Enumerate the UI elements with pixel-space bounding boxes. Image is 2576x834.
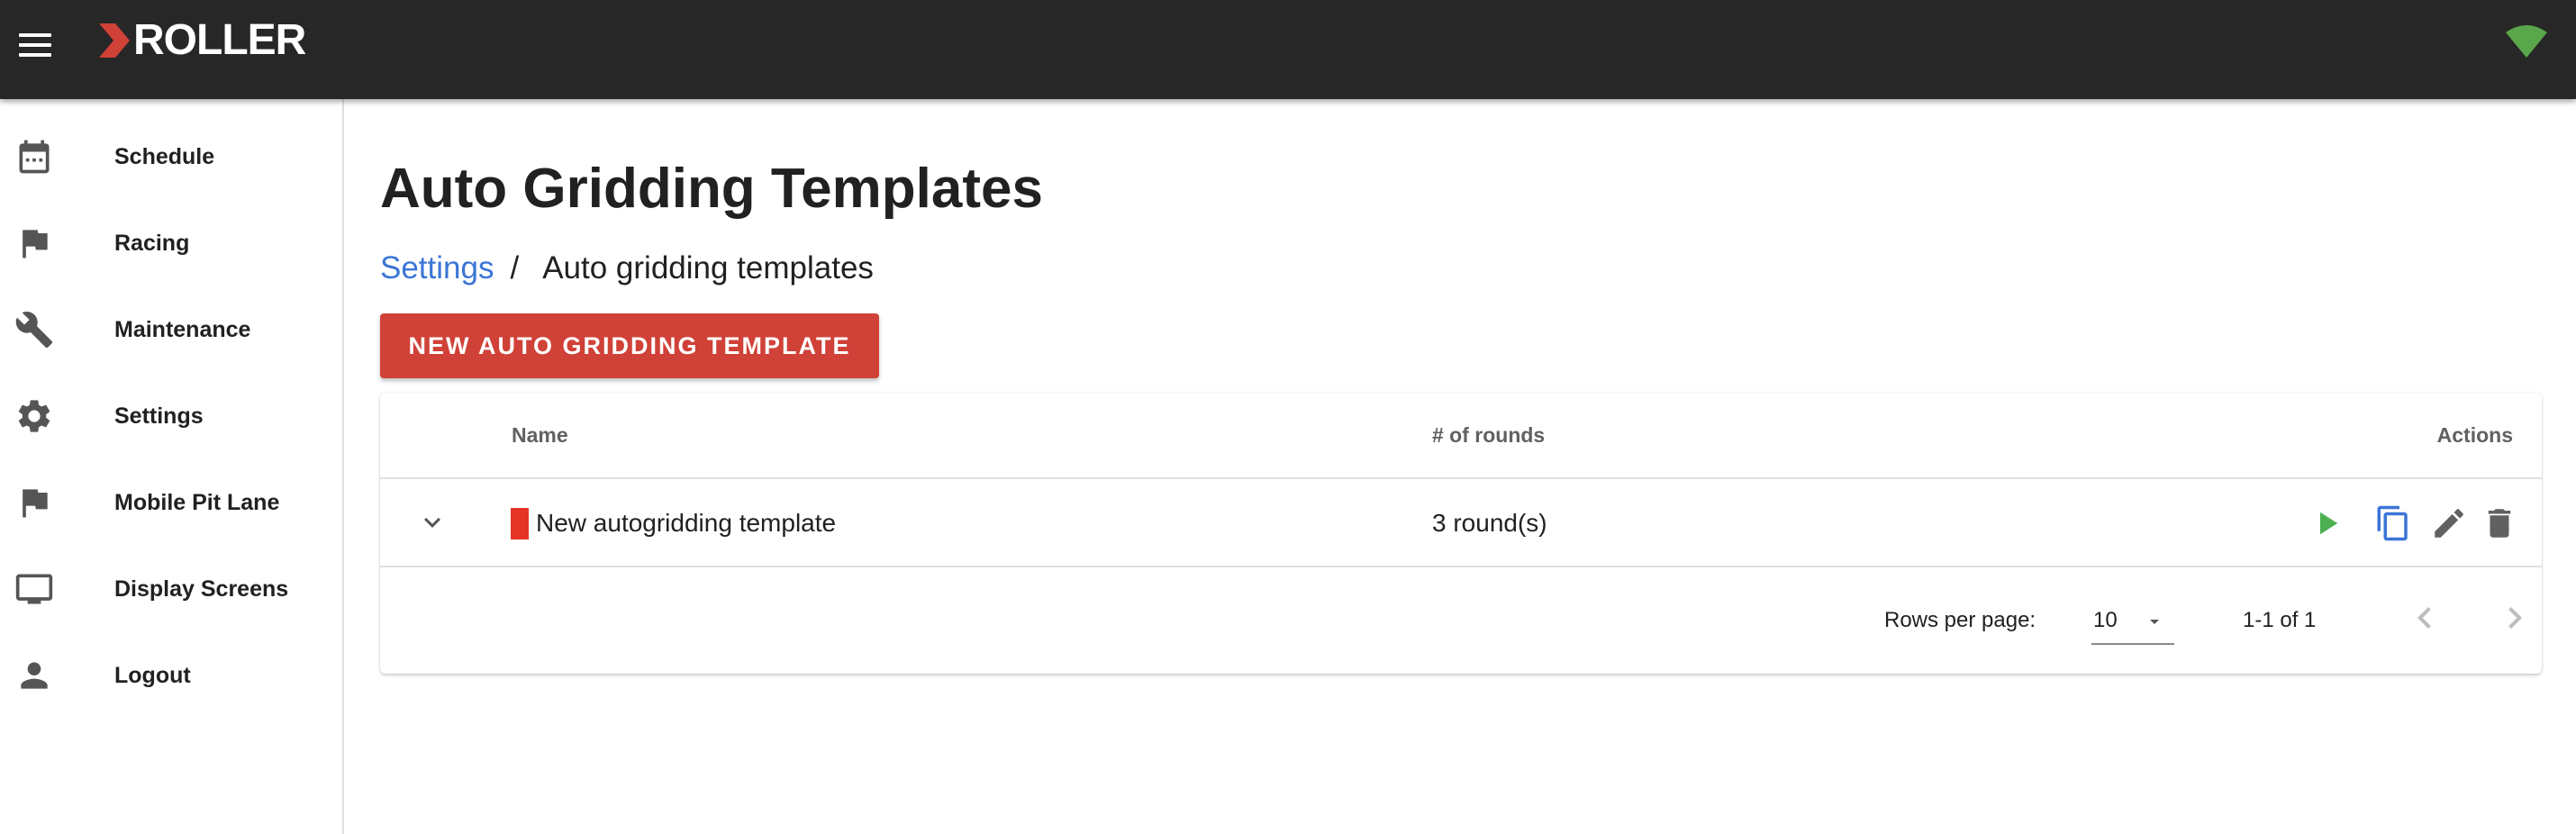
play-icon[interactable] <box>2308 504 2345 542</box>
caret-down-icon <box>2150 620 2159 624</box>
breadcrumb-separator: / <box>510 250 520 286</box>
sidebar-item-maintenance[interactable]: Maintenance <box>0 286 342 373</box>
sidebar-item-display-screens[interactable]: Display Screens <box>0 546 342 632</box>
sidebar-item-label: Maintenance <box>114 316 251 342</box>
sidebar-item-racing[interactable]: Racing <box>0 200 342 286</box>
next-page-icon[interactable] <box>2493 596 2536 639</box>
pagination-info: 1-1 of 1 <box>2243 608 2317 632</box>
calendar-icon <box>19 140 50 174</box>
page-title: Auto Gridding Templates <box>380 158 1043 220</box>
sidebar-item-label: Racing <box>114 230 190 256</box>
rows-per-page-value: 10 <box>2093 608 2118 632</box>
flag-icon <box>23 230 48 258</box>
person-icon <box>21 662 48 689</box>
chevron-down-icon[interactable] <box>416 506 449 539</box>
column-header-rounds[interactable]: # of rounds <box>1432 423 1545 448</box>
sidebar-item-settings[interactable]: Settings <box>0 373 342 459</box>
sidebar-nav: Schedule Racing Maintenance Settings Mob… <box>0 99 344 834</box>
chevron-logo-icon <box>99 23 130 58</box>
column-header-actions: Actions <box>2436 423 2513 447</box>
gear-icon <box>18 400 50 432</box>
flag-icon <box>23 489 48 518</box>
sidebar-item-logout[interactable]: Logout <box>0 632 342 719</box>
roller-logo[interactable]: ROLLER <box>97 16 306 64</box>
table-footer: Rows per page: 10 1-1 of 1 <box>380 569 2542 674</box>
breadcrumb-settings-link[interactable]: Settings <box>380 250 494 286</box>
rows-per-page-select[interactable]: 10 <box>2091 596 2174 645</box>
column-header-name[interactable]: Name <box>512 423 568 448</box>
brand-name: ROLLER <box>133 16 306 64</box>
template-rounds: 3 round(s) <box>1432 509 1547 537</box>
menu-icon[interactable] <box>16 26 54 64</box>
template-color-swatch <box>511 508 529 539</box>
sidebar-item-label: Logout <box>114 662 191 688</box>
breadcrumb: Settings / Auto gridding templates <box>380 250 874 286</box>
template-name: New autogridding template <box>536 509 837 537</box>
sidebar-item-label: Schedule <box>114 143 215 169</box>
previous-page-icon[interactable] <box>2403 596 2446 639</box>
sidebar-item-label: Settings <box>114 403 204 429</box>
monitor-icon <box>15 574 53 604</box>
top-app-bar: ROLLER <box>0 0 2576 99</box>
edit-icon[interactable] <box>2430 504 2468 542</box>
table-row[interactable]: New autogridding template 3 round(s) <box>380 479 2542 567</box>
delete-icon[interactable] <box>2481 504 2518 542</box>
wifi-status-icon <box>2506 25 2547 58</box>
rows-per-page-label: Rows per page: <box>1884 608 2036 632</box>
sidebar-item-mobile-pit-lane[interactable]: Mobile Pit Lane <box>0 459 342 546</box>
sidebar-item-label: Mobile Pit Lane <box>114 489 280 515</box>
copy-icon[interactable] <box>2374 504 2412 542</box>
sidebar-item-label: Display Screens <box>114 576 289 602</box>
sidebar-item-schedule[interactable]: Schedule <box>0 113 342 200</box>
templates-table: Name # of rounds Actions New autogriddin… <box>380 393 2542 674</box>
wrench-icon <box>15 312 53 349</box>
breadcrumb-current: Auto gridding templates <box>542 250 874 286</box>
new-auto-gridding-template-button[interactable]: NEW AUTO GRIDDING TEMPLATE <box>380 313 879 378</box>
table-header: Name # of rounds Actions <box>380 393 2542 479</box>
